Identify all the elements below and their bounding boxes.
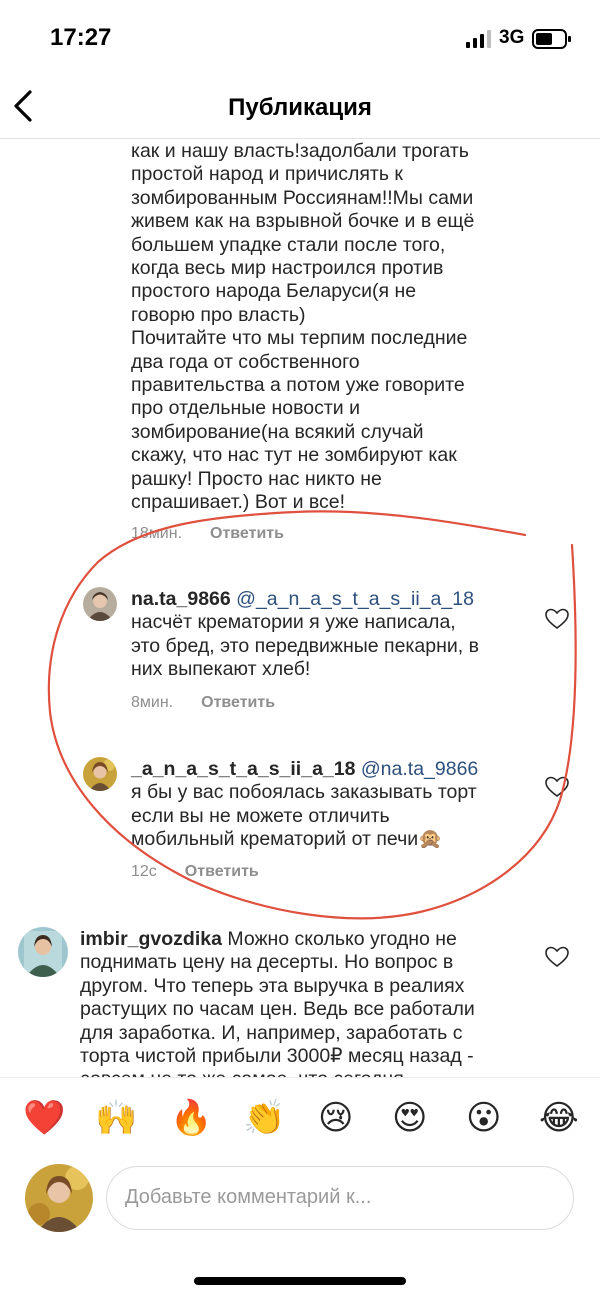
heart-emoji-button[interactable]: ❤️ xyxy=(23,1098,65,1138)
status-time: 17:27 xyxy=(50,24,112,51)
current-user-avatar xyxy=(25,1164,93,1232)
avatar[interactable] xyxy=(83,587,117,621)
battery-icon xyxy=(532,29,571,49)
network-type: 3G xyxy=(499,27,525,48)
comment-time: 18мин. xyxy=(131,525,183,542)
navigation-bar: Публикация xyxy=(0,78,600,139)
comment-text: как и нашу власть!задолбали трогать прост… xyxy=(131,140,475,514)
comment-text: na.ta_9866 @_a_n_a_s_t_a_s_ii_a_18 насчёт… xyxy=(131,588,479,681)
comment-username[interactable]: _a_n_a_s_t_a_s_ii_a_18 xyxy=(131,758,355,780)
comment-meta: 8мин. Ответить xyxy=(131,694,275,712)
surprised-emoji-button[interactable]: 😮 xyxy=(466,1098,501,1138)
home-indicator xyxy=(194,1277,406,1285)
reply-button[interactable]: Ответить xyxy=(210,525,284,542)
laughing-emoji-button[interactable]: 😂 xyxy=(539,1098,579,1138)
crying-emoji-button[interactable]: 😢 xyxy=(318,1098,353,1138)
clapping-emoji-button[interactable]: 👏 xyxy=(243,1098,285,1138)
avatar[interactable] xyxy=(83,757,117,791)
comment-mention[interactable]: @_a_n_a_s_t_a_s_ii_a_18 xyxy=(236,588,474,610)
quick-reactions-bar: ❤️ 🙌 🔥 👏 😢 😍 😮 😂 xyxy=(0,1077,600,1156)
reply-button[interactable]: Ответить xyxy=(201,694,275,711)
status-bar: 17:27 3G xyxy=(0,0,600,78)
comments-feed[interactable]: как и нашу власть!задолбали трогать прост… xyxy=(0,139,600,1077)
signal-icon xyxy=(466,30,491,48)
reply-button[interactable]: Ответить xyxy=(185,863,259,880)
comment-meta: 12с Ответить xyxy=(131,863,259,881)
comment-input-placeholder: Добавьте комментарий к... xyxy=(125,1186,372,1208)
comment-text: imbir_gvozdika Можно сколько угодно не по… xyxy=(80,928,475,1077)
fire-emoji-button[interactable]: 🔥 xyxy=(170,1098,212,1138)
comment-text: _a_n_a_s_t_a_s_ii_a_18 @na.ta_9866 я бы у… xyxy=(131,758,479,851)
heart-eyes-emoji-button[interactable]: 😍 xyxy=(392,1098,427,1138)
avatar[interactable] xyxy=(18,927,68,977)
comment-meta: 18мин. Ответить xyxy=(131,525,284,543)
comment-input[interactable]: Добавьте комментарий к... xyxy=(106,1166,574,1230)
comment-username[interactable]: imbir_gvozdika xyxy=(80,928,222,950)
comment-time: 8мин. xyxy=(131,694,174,711)
like-heart-icon[interactable] xyxy=(545,608,569,630)
comment-time: 12с xyxy=(131,863,157,880)
comment-username[interactable]: na.ta_9866 xyxy=(131,588,231,610)
comment-mention[interactable]: @na.ta_9866 xyxy=(361,758,478,780)
like-heart-icon[interactable] xyxy=(545,946,569,968)
page-title: Публикация xyxy=(228,94,372,121)
like-heart-icon[interactable] xyxy=(545,776,569,798)
raised-hands-emoji-button[interactable]: 🙌 xyxy=(95,1098,137,1138)
